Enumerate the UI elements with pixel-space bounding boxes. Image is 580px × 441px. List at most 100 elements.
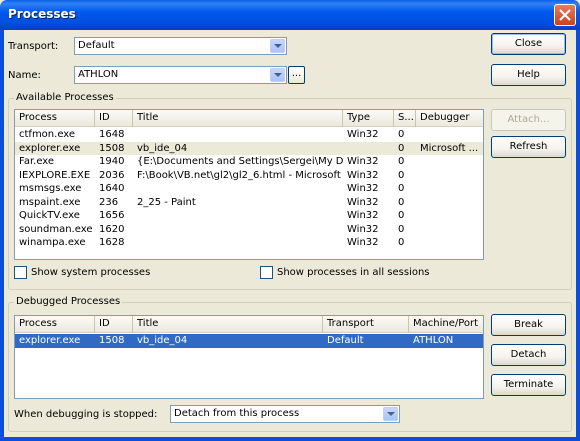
table-cell-process: explorer.exe (19, 335, 81, 346)
table-row[interactable]: soundman.exe 1620 Win32 0 (15, 223, 483, 237)
attach-button[interactable]: Attach... (491, 109, 566, 131)
table-cell-session: 0 (398, 210, 405, 221)
show-all-sessions-checkbox[interactable] (260, 266, 273, 279)
table-row[interactable]: Far.exe 1940 {E:\Documents and Settings\Se… (15, 155, 483, 169)
column-header-process[interactable]: Process (15, 110, 95, 127)
table-row[interactable]: ctfmon.exe 1648 Win32 0 (15, 128, 483, 142)
chevron-down-icon[interactable] (270, 39, 285, 53)
table-cell-id: 2036 (99, 169, 125, 181)
table-cell-process: mspaint.exe (19, 196, 81, 208)
table-cell-title: F:\Book\VB.net\gl2\gl2_6.html - Microsof… (137, 169, 343, 181)
when-stopped-label: When debugging is stopped: (14, 409, 158, 420)
table-cell-process: IEXPLORE.EXE (19, 169, 91, 181)
table-row[interactable]: mspaint.exe 236 2_25 - Paint Win32 0 (15, 196, 483, 210)
table-cell-id: 1640 (99, 183, 125, 194)
transport-select[interactable]: Default (74, 37, 287, 55)
refresh-button[interactable]: Refresh (491, 136, 566, 158)
available-list-header: Process ID Title Type S... Debugger (15, 110, 483, 127)
name-select[interactable]: ATHLON (74, 66, 287, 84)
table-cell-session: 0 (398, 142, 405, 154)
window-title: Processes (8, 7, 76, 21)
name-value: ATHLON (78, 69, 119, 80)
table-cell-process: QuickTV.exe (19, 210, 80, 221)
column-header-title[interactable]: Title (133, 316, 323, 333)
table-cell-type: Win32 (347, 223, 379, 235)
table-cell-session: 0 (398, 183, 405, 194)
table-cell-id: 1620 (99, 223, 125, 235)
table-cell-id: 236 (99, 196, 119, 208)
column-header-process[interactable]: Process (15, 316, 95, 333)
column-header-machine-port[interactable]: Machine/Port (409, 316, 483, 333)
window-close-button[interactable] (554, 4, 576, 26)
column-header-id[interactable]: ID (95, 110, 133, 127)
table-row[interactable]: QuickTV.exe 1656 Win32 0 (15, 209, 483, 223)
name-browse-button[interactable]: ... (288, 66, 305, 84)
table-cell-session: 0 (398, 196, 405, 208)
table-cell-process: ctfmon.exe (19, 129, 76, 140)
table-cell-title: vb_ide_04 (137, 335, 188, 346)
table-row[interactable]: IEXPLORE.EXE 2036 F:\Book\VB.net\gl2\gl2_6… (15, 169, 483, 183)
table-cell-title: vb_ide_04 (137, 142, 188, 154)
detach-button[interactable]: Detach (491, 344, 566, 366)
table-cell-type: Win32 (347, 169, 379, 181)
window-frame-right (576, 30, 580, 441)
table-cell-type: Win32 (347, 196, 379, 208)
table-cell-title: 2_25 - Paint (137, 196, 196, 208)
table-cell-session: 0 (398, 129, 405, 140)
show-system-processes-label: Show system processes (31, 267, 151, 278)
table-cell-process: winampa.exe (19, 237, 86, 248)
table-cell-id: 1628 (99, 237, 125, 248)
table-cell-id: 1940 (99, 156, 125, 167)
table-cell-type: Win32 (347, 210, 379, 221)
close-button[interactable]: Close (491, 33, 566, 55)
column-header-type[interactable]: Type (343, 110, 394, 127)
name-label: Name: (8, 70, 41, 81)
when-stopped-value: Detach from this process (174, 408, 300, 419)
transport-label: Transport: (8, 41, 59, 52)
table-cell-process: msmsgs.exe (19, 183, 82, 194)
table-row[interactable]: msmsgs.exe 1640 Win32 0 (15, 182, 483, 196)
table-cell-process: soundman.exe (19, 223, 93, 235)
close-icon (559, 9, 571, 21)
table-cell-machine-port: ATHLON (413, 335, 454, 346)
table-cell-debugger: Microsoft ... (420, 142, 479, 154)
table-cell-transport: Default (327, 335, 364, 346)
show-all-sessions-label: Show processes in all sessions (277, 267, 430, 278)
table-cell-type: Win32 (347, 237, 379, 248)
table-row[interactable]: winampa.exe 1628 Win32 0 (15, 236, 483, 250)
table-cell-title: {E:\Documents and Settings\Sergei\My Do.… (137, 156, 343, 167)
debugged-processes-list[interactable]: Process ID Title Transport Machine/Port … (14, 315, 484, 399)
debugged-processes-title: Debugged Processes (14, 296, 123, 307)
table-cell-session: 0 (398, 223, 405, 235)
title-bar: Processes (0, 0, 580, 30)
transport-value: Default (78, 40, 115, 51)
table-cell-process: explorer.exe (19, 142, 81, 154)
column-header-transport[interactable]: Transport (323, 316, 409, 333)
window-frame-bottom (0, 437, 580, 441)
column-header-session[interactable]: S... (394, 110, 416, 127)
table-cell-type: Win32 (347, 129, 379, 140)
chevron-down-icon[interactable] (270, 68, 285, 82)
table-cell-process: Far.exe (19, 156, 55, 167)
available-processes-list[interactable]: Process ID Title Type S... Debugger ctfm… (14, 109, 484, 260)
column-header-debugger[interactable]: Debugger (416, 110, 483, 127)
table-cell-id: 1508 (99, 142, 125, 154)
table-row[interactable]: explorer.exe 1508 vb_ide_04 0 Microsoft ... (15, 141, 483, 155)
show-system-processes-checkbox[interactable] (14, 266, 27, 279)
column-header-id[interactable]: ID (95, 316, 133, 333)
table-cell-id: 1508 (99, 335, 125, 346)
when-stopped-select[interactable]: Detach from this process (170, 405, 400, 423)
help-button[interactable]: Help (491, 64, 566, 86)
table-cell-id: 1648 (99, 129, 125, 140)
terminate-button[interactable]: Terminate (491, 374, 566, 396)
column-header-title[interactable]: Title (133, 110, 343, 127)
available-processes-title: Available Processes (14, 92, 116, 103)
chevron-down-icon[interactable] (383, 407, 398, 421)
table-cell-type: Win32 (347, 156, 379, 167)
break-button[interactable]: Break (491, 314, 566, 336)
table-row[interactable]: explorer.exe 1508 vb_ide_04 Default ATHLON (15, 334, 483, 348)
table-cell-session: 0 (398, 169, 405, 181)
debugged-list-header: Process ID Title Transport Machine/Port (15, 316, 483, 333)
table-cell-session: 0 (398, 237, 405, 248)
table-cell-session: 0 (398, 156, 405, 167)
